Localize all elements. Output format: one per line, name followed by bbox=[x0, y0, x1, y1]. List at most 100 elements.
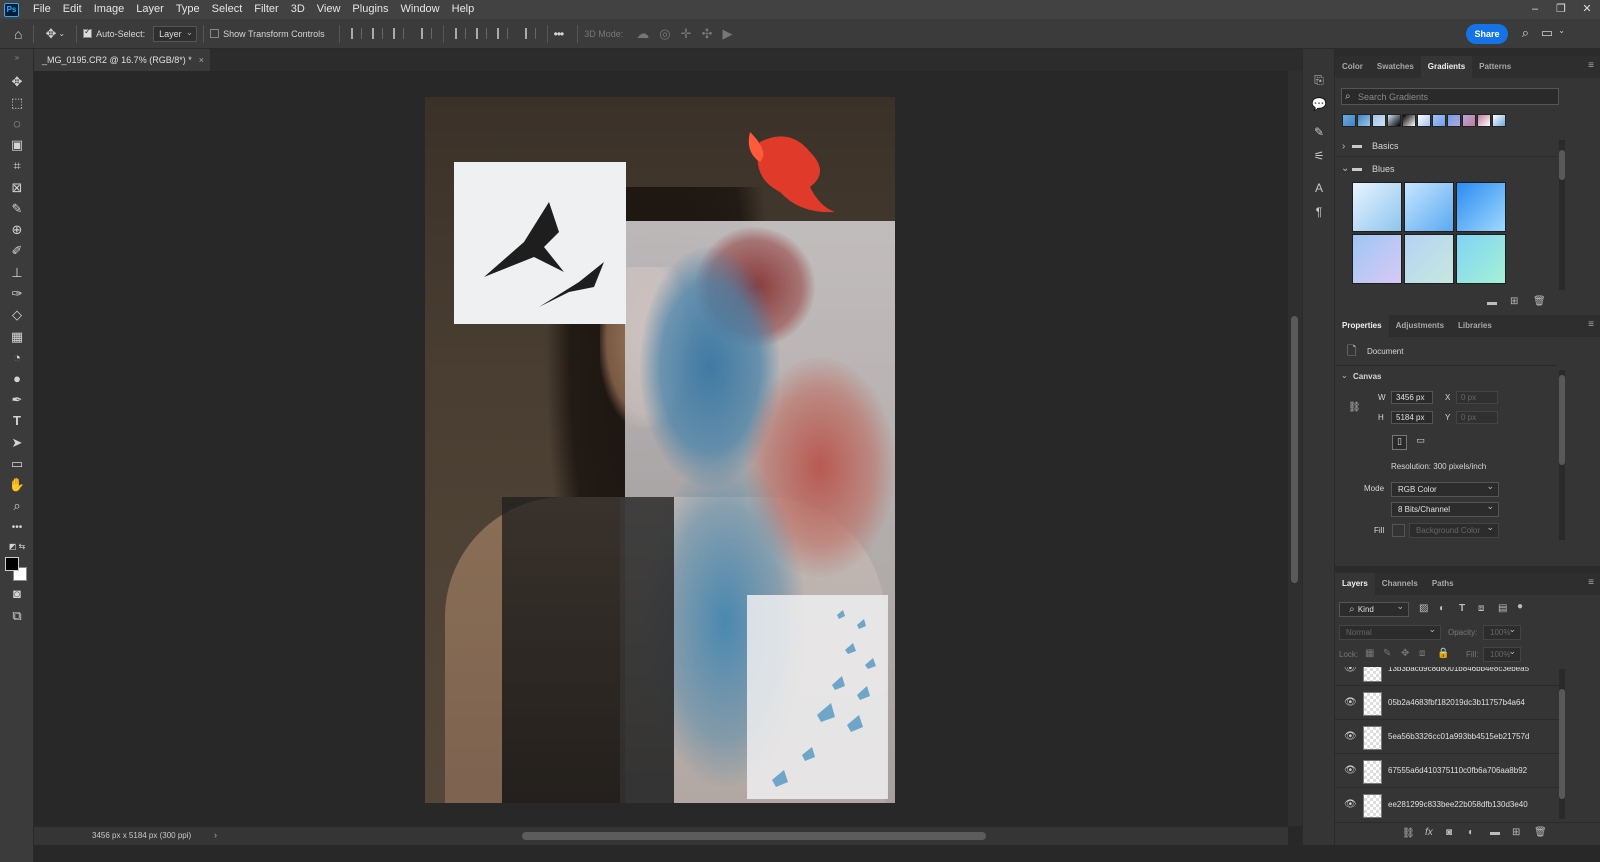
adjust-settings-icon[interactable]: ⚟ bbox=[1310, 149, 1328, 167]
more-options-icon[interactable]: ••• bbox=[554, 27, 565, 41]
vertical-scrollbar[interactable] bbox=[1288, 71, 1302, 826]
minimize-button[interactable]: – bbox=[1522, 0, 1548, 19]
filter-adjustment-icon[interactable]: ◐ bbox=[1439, 603, 1445, 614]
lasso-tool-icon[interactable]: ◌ bbox=[7, 115, 27, 133]
filter-shape-icon[interactable]: ⧈ bbox=[1478, 603, 1484, 614]
rectangle-tool-icon[interactable]: ▭ bbox=[7, 455, 27, 473]
trash-icon[interactable]: 🗑 bbox=[1534, 827, 1547, 838]
add-mask-icon[interactable]: ◙ bbox=[1446, 827, 1452, 838]
blue-gradient-swatch[interactable] bbox=[1404, 234, 1454, 284]
align-bottom-icon[interactable] bbox=[496, 28, 508, 39]
quick-mask-icon[interactable]: ◙ bbox=[7, 585, 27, 603]
lock-all-icon[interactable]: 🔒 bbox=[1437, 648, 1449, 659]
distribute-vertical-icon[interactable] bbox=[420, 28, 432, 39]
eye-visibility-icon[interactable]: 👁 bbox=[1344, 731, 1357, 742]
blue-gradient-swatch[interactable] bbox=[1456, 234, 1506, 284]
tab-properties[interactable]: Properties bbox=[1335, 315, 1389, 337]
new-layer-icon[interactable]: ⊞ bbox=[1512, 827, 1520, 838]
history-panel-icon[interactable]: ⎘ bbox=[1310, 73, 1328, 91]
tab-gradients[interactable]: Gradients bbox=[1420, 56, 1473, 78]
close-button[interactable]: ✕ bbox=[1574, 0, 1600, 19]
panel-menu-icon[interactable]: ≡ bbox=[1588, 60, 1594, 71]
gradient-preset-swatch[interactable] bbox=[1462, 114, 1476, 127]
align-center-icon[interactable] bbox=[371, 28, 383, 39]
panel-menu-icon[interactable]: ≡ bbox=[1588, 577, 1594, 588]
eye-visibility-icon[interactable]: 👁 bbox=[1344, 697, 1357, 708]
align-middle-icon[interactable] bbox=[475, 28, 487, 39]
gradient-search-field[interactable]: ⌕ Search Gradients bbox=[1341, 88, 1559, 105]
orbit-3d-icon[interactable]: ☁ bbox=[636, 26, 649, 42]
new-group-folder-icon[interactable]: ▬ bbox=[1490, 827, 1500, 838]
gradients-scroll-thumb[interactable] bbox=[1559, 150, 1565, 180]
x-field[interactable]: 0 px bbox=[1456, 391, 1498, 404]
color-mode-dropdown[interactable]: RGB Color bbox=[1391, 480, 1499, 497]
layer-row[interactable]: 👁 05b2a4683fbf182019dc3b11757b4a64 bbox=[1335, 687, 1559, 720]
clone-stamp-tool-icon[interactable]: ⊥ bbox=[7, 264, 27, 282]
tab-color[interactable]: Color bbox=[1335, 56, 1370, 78]
layer-row[interactable]: 👁 13b3bacd9c8d8001b846bb4e8c3ebea5 bbox=[1335, 667, 1559, 686]
blur-tool-icon[interactable]: ◔ bbox=[7, 349, 27, 367]
camera-3d-icon[interactable]: ▶ bbox=[722, 26, 732, 42]
screen-mode-icon[interactable]: ⧉ bbox=[7, 607, 27, 625]
blue-gradient-swatch[interactable] bbox=[1352, 234, 1402, 284]
eye-visibility-icon[interactable]: 👁 bbox=[1344, 667, 1357, 674]
gradient-preset-swatch[interactable] bbox=[1417, 114, 1431, 127]
tab-layers[interactable]: Layers bbox=[1335, 573, 1375, 595]
history-brush-tool-icon[interactable]: ✑ bbox=[7, 285, 27, 303]
document-canvas[interactable] bbox=[425, 97, 895, 803]
filter-pixel-icon[interactable]: ▨ bbox=[1419, 603, 1428, 614]
gradient-preset-swatch[interactable] bbox=[1387, 114, 1401, 127]
layers-scrollbar[interactable] bbox=[1559, 669, 1565, 819]
gradient-preset-swatch[interactable] bbox=[1477, 114, 1491, 127]
auto-select-dropdown[interactable]: Layer bbox=[153, 25, 198, 42]
menu-edit[interactable]: Edit bbox=[57, 0, 88, 19]
eye-visibility-icon[interactable]: 👁 bbox=[1344, 799, 1357, 810]
marquee-tool-icon[interactable]: ⬚ bbox=[7, 94, 27, 112]
menu-image[interactable]: Image bbox=[88, 0, 131, 19]
blend-mode-dropdown[interactable]: Normal bbox=[1339, 623, 1441, 640]
gradient-preset-swatch[interactable] bbox=[1432, 114, 1446, 127]
foreground-color-swatch[interactable] bbox=[5, 557, 19, 571]
gradient-preset-swatch[interactable] bbox=[1342, 114, 1356, 127]
menu-layer[interactable]: Layer bbox=[130, 0, 170, 19]
landscape-orientation-icon[interactable]: ▭ bbox=[1413, 435, 1428, 450]
menu-filter[interactable]: Filter bbox=[248, 0, 284, 19]
menu-file[interactable]: File bbox=[27, 0, 57, 19]
gradient-group-basics[interactable]: › ▬ Basics bbox=[1335, 137, 1557, 157]
tab-paths[interactable]: Paths bbox=[1425, 573, 1461, 595]
gradient-group-blues[interactable]: ⌄ ▬ Blues bbox=[1335, 160, 1557, 180]
frame-tool-icon[interactable]: ⊠ bbox=[7, 179, 27, 197]
show-transform-checkbox[interactable] bbox=[210, 29, 220, 38]
new-gradient-icon[interactable]: ⊞ bbox=[1510, 296, 1518, 307]
more-tools-icon[interactable]: ••• bbox=[7, 519, 27, 537]
eyedropper-tool-icon[interactable]: ✎ bbox=[7, 200, 27, 218]
align-top-icon[interactable] bbox=[454, 28, 466, 39]
gradient-preset-swatch[interactable] bbox=[1447, 114, 1461, 127]
collapse-icon[interactable]: » bbox=[7, 49, 27, 67]
auto-select-checkbox[interactable] bbox=[83, 27, 93, 38]
lock-pixels-icon[interactable]: ✎ bbox=[1383, 648, 1391, 659]
tab-libraries[interactable]: Libraries bbox=[1451, 315, 1499, 337]
tab-adjustments[interactable]: Adjustments bbox=[1389, 315, 1451, 337]
gradients-scrollbar[interactable] bbox=[1559, 140, 1565, 290]
tab-channels[interactable]: Channels bbox=[1375, 573, 1425, 595]
gradient-preset-swatch[interactable] bbox=[1357, 114, 1371, 127]
hand-tool-icon[interactable]: ✋ bbox=[7, 476, 27, 494]
new-group-folder-icon[interactable]: ▬ bbox=[1487, 297, 1497, 308]
object-select-tool-icon[interactable]: ▣ bbox=[7, 136, 27, 154]
layer-style-fx-icon[interactable]: fx bbox=[1425, 827, 1433, 838]
opacity-field[interactable]: 100% bbox=[1483, 623, 1521, 640]
fill-color-swatch[interactable] bbox=[1392, 524, 1405, 537]
filter-smart-object-icon[interactable]: ▤ bbox=[1498, 603, 1507, 614]
status-menu-arrow[interactable]: › bbox=[214, 830, 217, 840]
menu-3d[interactable]: 3D bbox=[285, 0, 311, 19]
slide-3d-icon[interactable]: ✣ bbox=[702, 26, 713, 42]
tab-close-icon[interactable]: × bbox=[199, 49, 204, 71]
chevron-down-icon[interactable]: ⌄ bbox=[58, 29, 65, 38]
link-layers-icon[interactable]: ⛓ bbox=[1402, 828, 1415, 839]
menu-help[interactable]: Help bbox=[446, 0, 481, 19]
dodge-tool-icon[interactable]: ● bbox=[7, 370, 27, 388]
lock-artboard-icon[interactable]: ⧈ bbox=[1419, 648, 1425, 659]
canvas-area[interactable] bbox=[34, 71, 1288, 826]
lock-transparency-icon[interactable]: ▦ bbox=[1365, 648, 1374, 659]
